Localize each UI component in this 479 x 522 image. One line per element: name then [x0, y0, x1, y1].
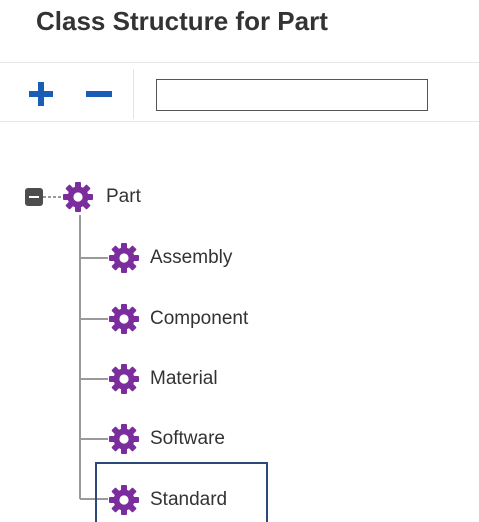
tree-node-label: Assembly — [150, 247, 233, 268]
tree-node-label: Standard — [150, 489, 228, 510]
tree-node-software[interactable]: Software — [108, 421, 225, 457]
tree-node-material[interactable]: Material — [108, 361, 218, 397]
gear-icon — [62, 181, 94, 213]
gear-icon — [108, 363, 140, 395]
collapse-toggle-icon[interactable] — [25, 188, 43, 206]
tree-node-label: Component — [150, 308, 249, 329]
tree-node-part[interactable]: Part — [62, 179, 141, 215]
class-structure-page: Class Structure for Part Part Assembly C… — [0, 0, 479, 522]
tree-node-standard[interactable]: Standard — [108, 482, 227, 518]
gear-icon — [108, 484, 140, 516]
tree-node-assembly[interactable]: Assembly — [108, 240, 232, 276]
gear-icon — [108, 242, 140, 274]
tree-node-label: Software — [150, 428, 225, 449]
tree-node-label: Part — [106, 186, 141, 207]
class-tree: Part Assembly Component Material Softwar… — [0, 0, 479, 522]
tree-connector-lines — [43, 196, 108, 500]
tree-node-component[interactable]: Component — [108, 301, 248, 337]
gear-icon — [108, 423, 140, 455]
tree-node-label: Material — [150, 368, 218, 389]
gear-icon — [108, 303, 140, 335]
